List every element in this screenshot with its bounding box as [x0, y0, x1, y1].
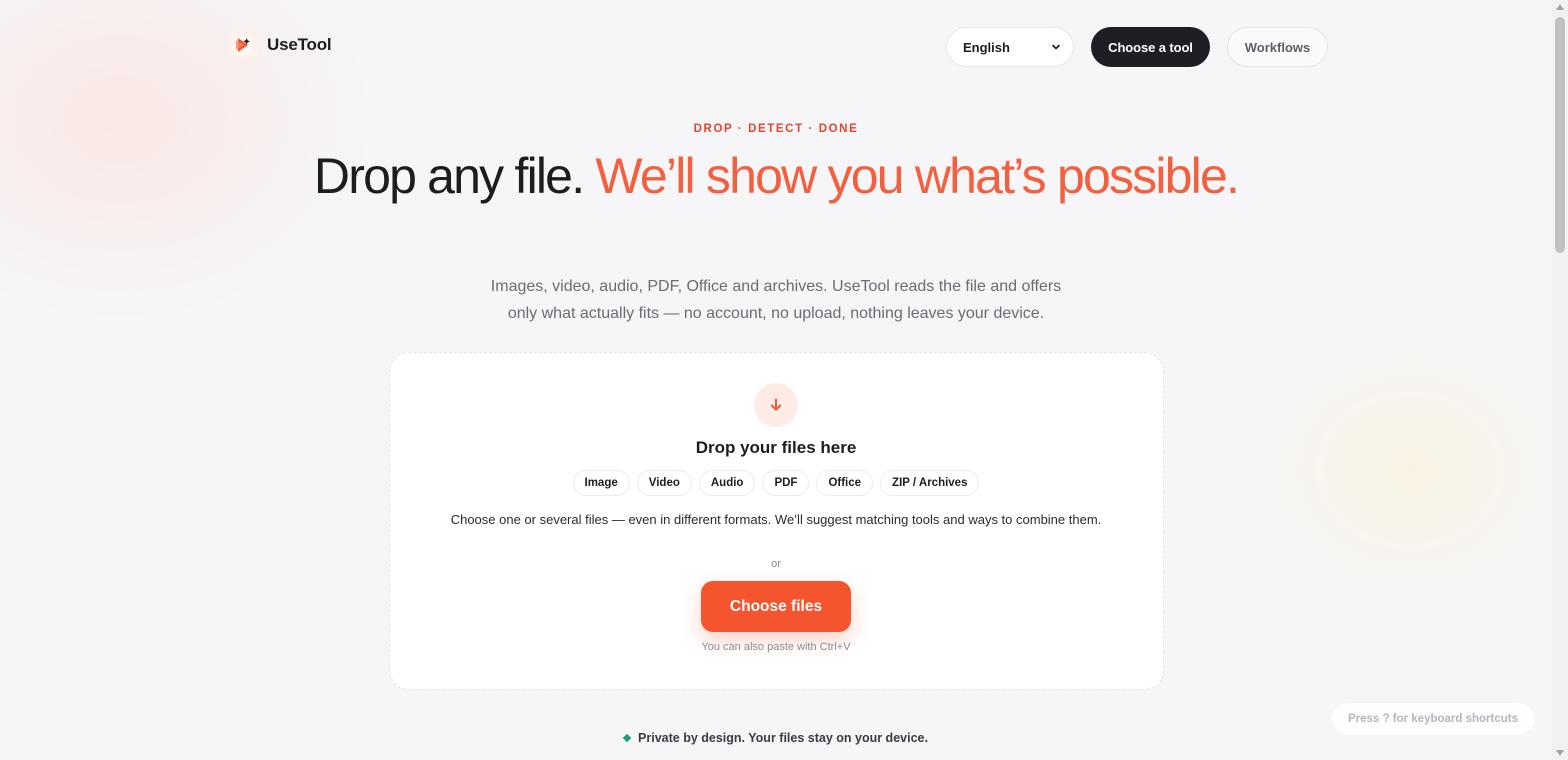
scroll-up-icon[interactable] [1556, 4, 1564, 10]
choose-files-button[interactable]: Choose files [701, 581, 851, 632]
chevron-down-icon [1051, 40, 1061, 55]
privacy-note-text: Private by design. Your files stay on yo… [638, 731, 928, 745]
language-select[interactable]: English [946, 27, 1074, 67]
workflows-button[interactable]: Workflows [1227, 27, 1328, 67]
file-type-chips: Image Video Audio PDF Office ZIP / Archi… [390, 470, 1162, 496]
privacy-note: Private by design. Your files stay on yo… [0, 731, 1552, 745]
hero-subtitle-text: Images, video, audio, PDF, Office and ar… [490, 278, 1062, 322]
chip-zip-archives: ZIP / Archives [880, 470, 980, 496]
file-dropzone[interactable]: Drop your files here Image Video Audio P… [389, 352, 1164, 690]
header: UseTool English Choose a tool Workflows [0, 0, 1552, 92]
dropzone-description: Choose one or several files — even in di… [450, 512, 1102, 527]
scroll-down-icon[interactable] [1556, 750, 1564, 756]
chip-video: Video [636, 470, 692, 496]
hero-eyebrow: DROP · DETECT · DONE [693, 123, 859, 135]
hero-title-accent: We’ll show you what’s possible. [595, 148, 1239, 204]
page: UseTool English Choose a tool Workflows … [0, 0, 1568, 760]
language-select-value: English [963, 39, 1010, 55]
logo[interactable]: UseTool [228, 30, 332, 60]
keyboard-shortcuts-hint[interactable]: Press ? for keyboard shortcuts [1332, 703, 1534, 735]
or-separator: or [771, 558, 781, 570]
hero-title: Drop any file. We’ll show you what’s pos… [0, 148, 1552, 205]
page-scrollbar[interactable] [1552, 0, 1568, 760]
arrow-down-icon [754, 383, 798, 427]
paste-hint: You can also paste with Ctrl+V [701, 641, 851, 653]
chip-office: Office [816, 470, 874, 496]
privacy-dot-icon [622, 733, 632, 743]
chip-pdf: PDF [762, 470, 810, 496]
chip-image: Image [572, 470, 630, 496]
scroll-thumb[interactable] [1555, 17, 1565, 253]
choose-tool-button[interactable]: Choose a tool [1091, 27, 1210, 67]
hero-title-main: Drop any file. [313, 148, 585, 204]
app-name: UseTool [267, 35, 332, 54]
usetool-logo-icon [228, 30, 258, 60]
chip-audio: Audio [698, 470, 756, 496]
dropzone-title: Drop your files here [695, 438, 857, 457]
hero-subtitle: Images, video, audio, PDF, Office and ar… [0, 273, 1552, 327]
